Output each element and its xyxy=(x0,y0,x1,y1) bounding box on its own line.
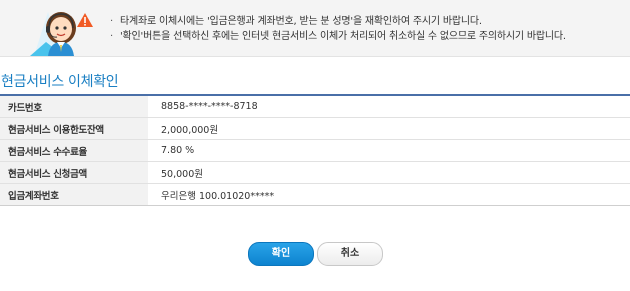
bullet: · xyxy=(110,16,113,27)
bullet: · xyxy=(110,31,113,42)
notice-text: '확인'버튼을 선택하신 후에는 인터넷 현금서비스 이체가 처리되어 취소하실… xyxy=(120,31,566,42)
table-row: 입금계좌번호 우리은행 100.01020***** xyxy=(0,183,630,206)
notice-item: · '확인'버튼을 선택하신 후에는 인터넷 현금서비스 이체가 처리되어 취소하… xyxy=(110,29,566,44)
table-row: 카드번호 8858-****-****-8718 xyxy=(0,96,630,118)
deposit-account-label: 입금계좌번호 xyxy=(0,183,148,206)
credit-limit-value: 2,000,000원 xyxy=(148,117,630,140)
cancel-button[interactable]: 취소 xyxy=(317,242,383,266)
deposit-account-value: 우리은행 100.01020***** xyxy=(148,183,630,206)
table-row: 현금서비스 이용한도잔액 2,000,000원 xyxy=(0,117,630,140)
fee-rate-value: 7.80 % xyxy=(148,139,630,162)
fee-rate-label: 현금서비스 수수료율 xyxy=(0,139,148,162)
card-number-label: 카드번호 xyxy=(0,96,148,118)
table-row: 현금서비스 신청금액 50,000원 xyxy=(0,161,630,184)
request-amount-label: 현금서비스 신청금액 xyxy=(0,161,148,184)
notice-text: 타계좌로 이체시에는 '입금은행과 계좌번호, 받는 분 성명'을 재확인하여 … xyxy=(120,16,482,27)
transfer-details-table: 카드번호 8858-****-****-8718 현금서비스 이용한도잔액 2,… xyxy=(0,96,630,206)
notice-list: · 타계좌로 이체시에는 '입금은행과 계좌번호, 받는 분 성명'을 재확인하여… xyxy=(110,14,566,44)
request-amount-value: 50,000원 xyxy=(148,161,630,184)
page-title: 현금서비스 이체확인 xyxy=(1,74,119,90)
warning-icon xyxy=(77,13,93,27)
table-row: 현금서비스 수수료율 7.80 % xyxy=(0,139,630,162)
notice-box: · 타계좌로 이체시에는 '입금은행과 계좌번호, 받는 분 성명'을 재확인하여… xyxy=(0,0,630,57)
notice-item: · 타계좌로 이체시에는 '입금은행과 계좌번호, 받는 분 성명'을 재확인하여… xyxy=(110,14,566,29)
card-number-value: 8858-****-****-8718 xyxy=(148,96,630,118)
confirm-button[interactable]: 확인 xyxy=(248,242,314,266)
operator-with-warning-icon xyxy=(30,12,93,56)
credit-limit-label: 현금서비스 이용한도잔액 xyxy=(0,117,148,140)
